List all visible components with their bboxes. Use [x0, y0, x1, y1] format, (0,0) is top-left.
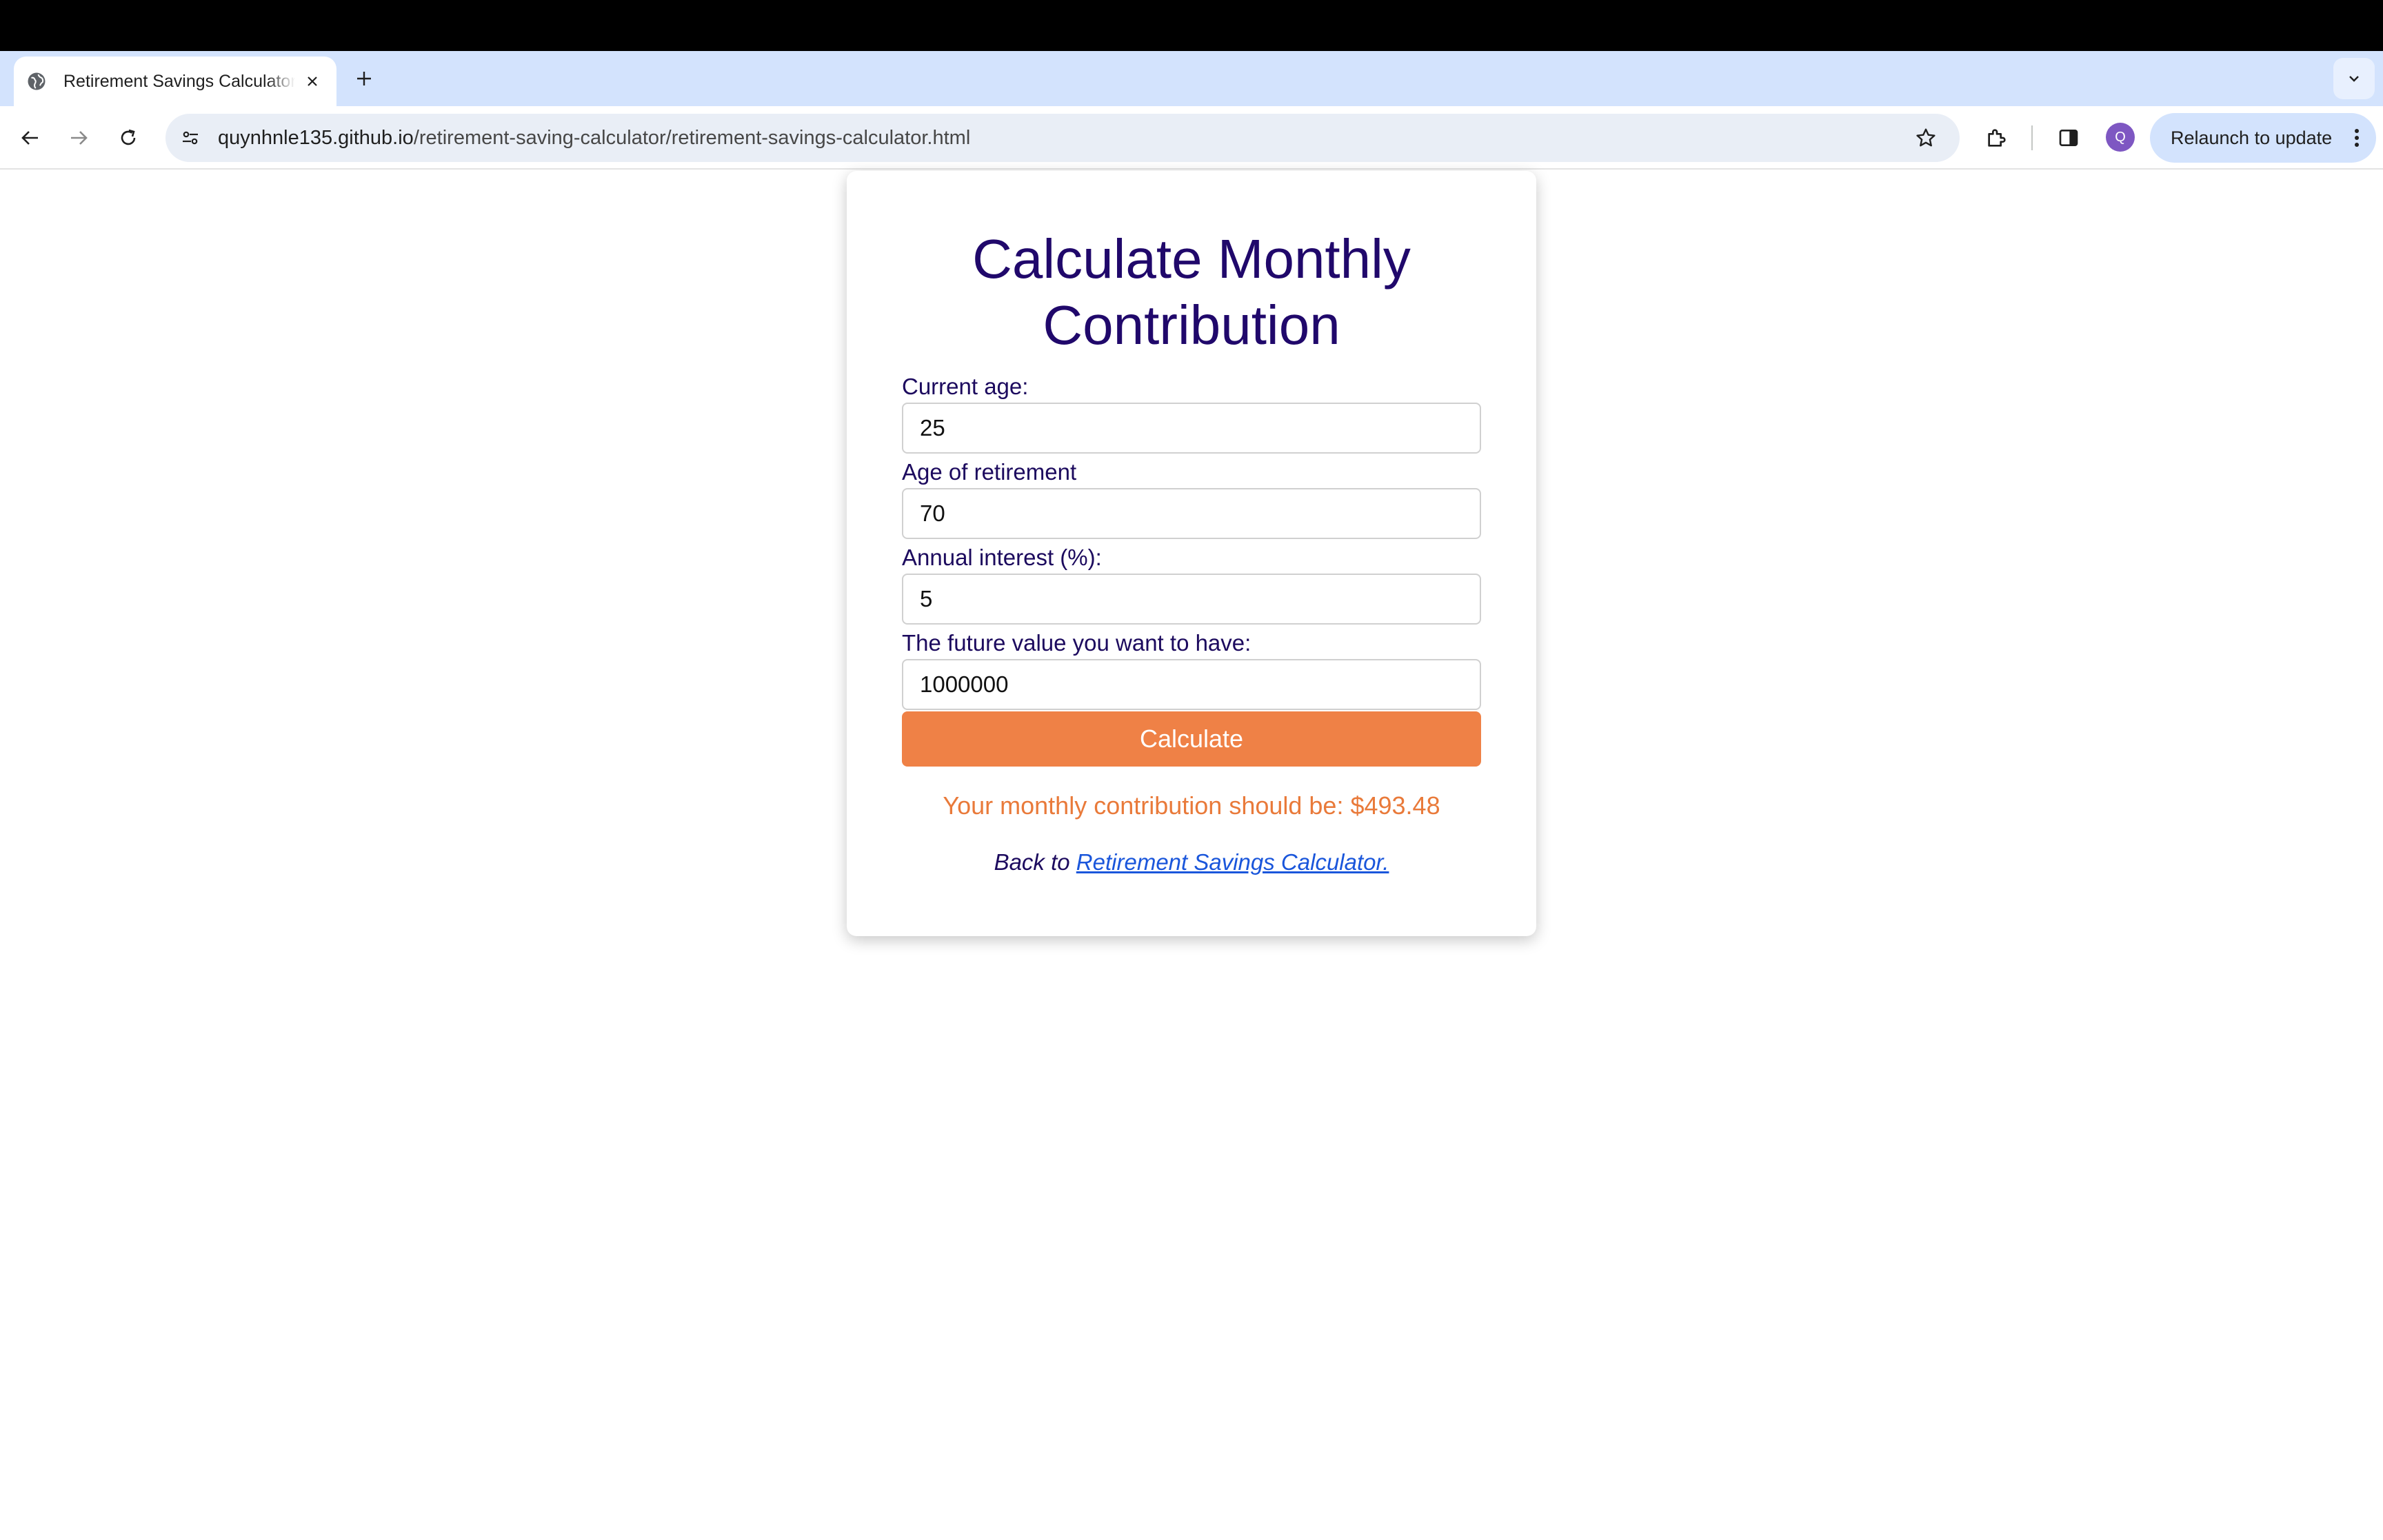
forward-arrow-icon[interactable] [61, 120, 97, 156]
back-prefix: Back to [994, 849, 1076, 875]
url-host: quynhnle135.github.io [218, 126, 414, 149]
page-title: Calculate Monthly Contribution [972, 228, 1411, 356]
profile-avatar[interactable]: Q [2106, 123, 2135, 152]
future-value-label: The future value you want to have: [902, 630, 1251, 656]
annual-interest-input[interactable] [902, 574, 1481, 625]
retirement-age-label: Age of retirement [902, 459, 1077, 485]
tab-strip: Retirement Savings Calculator [0, 51, 2383, 106]
address-bar[interactable]: quynhnle135.github.io/retirement-saving-… [165, 114, 1960, 162]
url-text: quynhnle135.github.io/retirement-saving-… [218, 127, 970, 150]
back-link-line: Back to Retirement Savings Calculator. [847, 849, 1536, 875]
current-age-label: Current age: [902, 374, 1029, 399]
annual-interest-label: Annual interest (%): [902, 545, 1102, 570]
result-text: Your monthly contribution should be: $49… [943, 791, 1440, 820]
calculate-button[interactable]: Calculate [902, 711, 1481, 767]
browser-tab[interactable]: Retirement Savings Calculator [14, 57, 336, 106]
calculator-card: Calculate Monthly Contribution Current a… [847, 171, 1536, 936]
reload-icon[interactable] [110, 120, 146, 156]
bookmark-star-icon[interactable] [1910, 122, 1942, 154]
retirement-age-input[interactable] [902, 488, 1481, 539]
close-icon[interactable] [301, 70, 324, 93]
tab-title: Retirement Savings Calculator [63, 71, 295, 91]
side-panel-icon[interactable] [2051, 120, 2087, 156]
future-value-input[interactable] [902, 659, 1481, 710]
more-menu-icon[interactable] [2343, 120, 2371, 156]
back-arrow-icon[interactable] [12, 120, 48, 156]
screen-top-bar [0, 0, 2383, 51]
extensions-icon[interactable] [1979, 120, 2015, 156]
retirement-calculator-link[interactable]: Retirement Savings Calculator. [1076, 849, 1389, 875]
globe-icon [26, 71, 47, 92]
chevron-down-icon[interactable] [2333, 58, 2375, 99]
browser-toolbar: quynhnle135.github.io/retirement-saving-… [0, 106, 2383, 170]
current-age-input[interactable] [902, 403, 1481, 454]
url-path: /retirement-saving-calculator/retirement… [413, 126, 971, 149]
plus-icon[interactable] [349, 63, 379, 94]
relaunch-label: Relaunch to update [2171, 127, 2333, 148]
relaunch-button[interactable]: Relaunch to update [2150, 113, 2376, 163]
toolbar-divider [2031, 125, 2033, 150]
site-settings-icon[interactable] [170, 117, 211, 159]
